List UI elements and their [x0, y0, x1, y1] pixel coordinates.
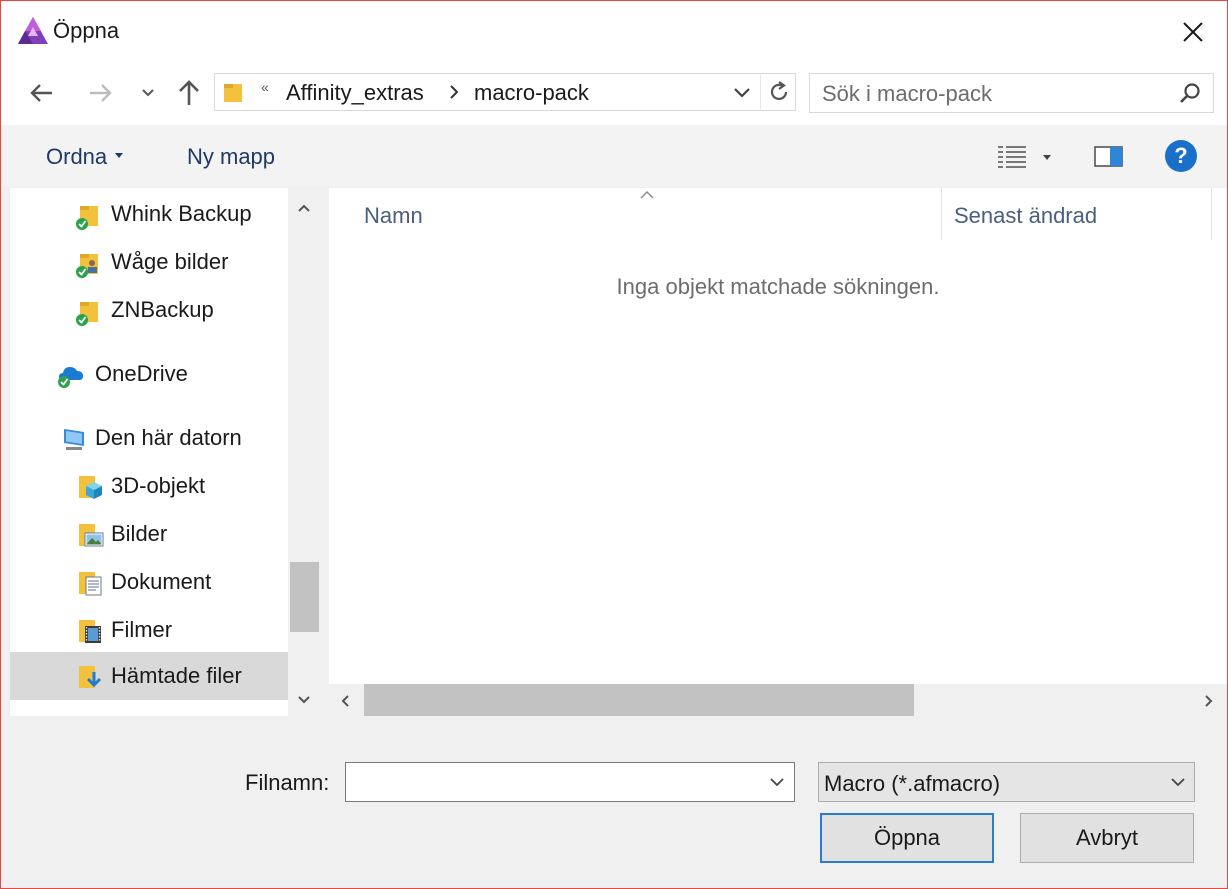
pictures-folder-icon	[79, 524, 104, 547]
nav-item-label: Dokument	[111, 569, 212, 594]
open-file-dialog: Öppna « Affinity_extras macro-pack Sök i…	[0, 0, 1228, 889]
address-bar[interactable]: « Affinity_extras macro-pack	[214, 73, 796, 111]
chevron-right-icon[interactable]	[1203, 694, 1215, 708]
chevron-right-icon[interactable]	[447, 83, 461, 101]
column-header-label: Senast ändrad	[954, 203, 1098, 228]
nav-item-3d-objects[interactable]: 3D-objekt	[10, 462, 288, 510]
nav-item-downloads[interactable]: Hämtade filer	[10, 652, 288, 700]
column-header-label: Namn	[364, 203, 423, 228]
affinity-photo-logo-icon	[18, 17, 48, 44]
nav-item-partial[interactable]	[10, 704, 288, 716]
organize-label: Ordna	[46, 144, 108, 169]
search-box[interactable]	[809, 73, 1214, 113]
file-list-horizontal-scrollbar[interactable]	[329, 684, 1227, 716]
navigation-bar: « Affinity_extras macro-pack	[1, 61, 1227, 125]
refresh-icon	[770, 81, 787, 101]
file-type-dropdown-button[interactable]	[1167, 772, 1189, 792]
nav-item-label: Den här datorn	[95, 425, 242, 450]
nav-item-label: 3D-objekt	[111, 473, 206, 498]
chevron-left-icon[interactable]	[339, 694, 351, 708]
recent-locations-button[interactable]	[135, 75, 161, 111]
caret-down-icon	[115, 152, 124, 158]
nav-item-this-pc[interactable]: Den här datorn	[10, 414, 288, 462]
filename-input[interactable]	[352, 769, 752, 795]
chevron-down-icon	[1171, 778, 1185, 787]
filename-dropdown-button[interactable]	[766, 772, 788, 792]
back-button[interactable]	[23, 75, 59, 111]
file-list: Namn Senast ändrad Inga objekt matchade …	[329, 188, 1227, 716]
nav-item-label: Filmer	[111, 617, 173, 642]
empty-state-message: Inga objekt matchade sökningen.	[616, 274, 940, 299]
folder-icon	[76, 714, 106, 716]
nav-item-documents[interactable]: Dokument	[10, 558, 288, 606]
details-view-icon[interactable]	[997, 144, 1027, 170]
chevron-up-icon[interactable]	[296, 202, 312, 214]
folder-shared-synced-icon	[76, 254, 98, 278]
column-divider[interactable]	[1211, 188, 1212, 240]
folder-icon	[224, 84, 242, 102]
chevron-down-icon	[142, 89, 154, 97]
this-pc-icon	[64, 429, 84, 450]
filename-label: Filnamn:	[245, 770, 330, 795]
nav-item-label: ZNBackup	[111, 297, 214, 322]
nav-pane-scrollbar[interactable]	[288, 188, 321, 716]
arrow-left-icon	[30, 84, 52, 102]
downloads-folder-icon	[79, 666, 102, 688]
chevron-down-icon	[734, 88, 750, 98]
nav-item-pictures[interactable]: Bilder	[10, 510, 288, 558]
navigation-pane: Whink Backup Wåge bilder ZNBackup OneDri…	[10, 188, 288, 716]
nav-item-label: Whink Backup	[111, 201, 252, 226]
forward-button[interactable]	[83, 75, 119, 111]
address-history-dropdown[interactable]	[727, 82, 757, 104]
arrow-right-icon	[90, 84, 112, 102]
nav-item-label: Bilder	[111, 521, 168, 546]
nav-item-label: Wåge bilder	[111, 249, 229, 274]
breadcrumb-overflow[interactable]: «	[261, 79, 269, 95]
up-button[interactable]	[171, 75, 207, 111]
folder-synced-icon	[76, 206, 98, 230]
column-header-date-modified[interactable]: Senast ändrad	[942, 188, 1210, 240]
documents-folder-icon	[79, 572, 102, 596]
refresh-button[interactable]	[760, 74, 796, 110]
search-input[interactable]	[822, 81, 1162, 107]
scrollbar-thumb[interactable]	[290, 562, 319, 632]
breadcrumb-item[interactable]: macro-pack	[474, 80, 589, 106]
close-icon	[1183, 22, 1203, 42]
preview-pane-icon[interactable]	[1093, 144, 1125, 170]
view-options-caret-icon[interactable]	[1042, 154, 1052, 162]
chevron-down-icon	[770, 778, 784, 787]
organize-menu-button[interactable]: Ordna	[46, 144, 124, 170]
filename-combobox[interactable]	[345, 762, 795, 802]
onedrive-cloud-icon	[58, 367, 83, 388]
arrow-up-icon	[179, 80, 199, 105]
breadcrumb-item[interactable]: Affinity_extras	[286, 80, 424, 106]
nav-item-label: OneDrive	[95, 361, 188, 386]
nav-item-onedrive[interactable]: OneDrive	[10, 350, 288, 398]
folder-synced-icon	[76, 302, 98, 326]
nav-item-label: Hämtade filer	[111, 663, 242, 688]
3d-objects-folder-icon	[79, 476, 102, 499]
nav-item-videos[interactable]: Filmer	[10, 606, 288, 654]
title-bar: Öppna	[1, 1, 1227, 61]
file-type-select[interactable]: Macro (*.afmacro)	[818, 762, 1195, 802]
window-title: Öppna	[53, 18, 120, 43]
help-icon[interactable]: ?	[1165, 140, 1197, 172]
scrollbar-thumb[interactable]	[364, 684, 914, 716]
command-bar: Ordna Ny mapp ?	[1, 125, 1227, 187]
new-folder-button[interactable]: Ny mapp	[187, 144, 275, 170]
close-button[interactable]	[1171, 13, 1215, 51]
search-icon[interactable]	[1178, 82, 1202, 106]
file-type-value: Macro (*.afmacro)	[824, 771, 1001, 796]
cancel-button[interactable]: Avbryt	[1020, 813, 1194, 863]
videos-folder-icon	[79, 620, 101, 643]
chevron-down-icon[interactable]	[296, 694, 312, 706]
nav-item-znbackup[interactable]: ZNBackup	[10, 286, 288, 334]
nav-item-wage-bilder[interactable]: Wåge bilder	[10, 238, 288, 286]
column-header-name[interactable]: Namn	[352, 188, 940, 240]
nav-item-whink-backup[interactable]: Whink Backup	[10, 190, 288, 238]
open-button[interactable]: Öppna	[820, 813, 994, 863]
